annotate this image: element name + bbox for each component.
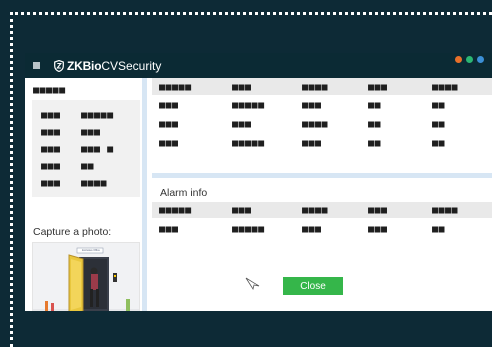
table-cell: ■■■ [302, 224, 322, 235]
info-row: ■■■ ■■■■ [41, 178, 107, 189]
title-bar: ZKBio CVSecurity [25, 53, 492, 78]
table-cell: ■■■ [159, 138, 179, 149]
mouse-cursor-icon [245, 277, 260, 291]
column-header[interactable]: ■■■■ [302, 205, 328, 216]
table-cell: ■■ [368, 119, 382, 130]
left-panel: ■■■■■ ■■■ ■■■■■ ■■■ ■■■ ■■■ ■■■ ■ ■■■ ■■… [25, 78, 147, 311]
info-value: ■■ [81, 161, 95, 172]
table-cell: ■■■ [302, 100, 322, 111]
person-info-box: ■■■ ■■■■■ ■■■ ■■■ ■■■ ■■■ ■ ■■■ ■■ ■■■ ■… [32, 100, 140, 197]
info-key: ■■■ [41, 178, 61, 189]
alarm-info-title: Alarm info [160, 187, 208, 199]
table-cell: ■■■ [368, 224, 388, 235]
photo-sign-text: Exclusive Office [82, 249, 100, 252]
table-cell: ■■■■■ [232, 100, 265, 111]
info-value: ■■■■■ [81, 110, 114, 121]
column-header[interactable]: ■■■ [368, 205, 388, 216]
logo-brand: ZKBio [67, 58, 102, 73]
table-cell: ■■ [368, 138, 382, 149]
info-key: ■■■ [41, 110, 61, 121]
column-header[interactable]: ■■■ [368, 82, 388, 93]
panel-header: ■■■■■ [33, 85, 66, 96]
column-header[interactable]: ■■■ [232, 82, 252, 93]
table-cell: ■■■ [232, 119, 252, 130]
info-value: ■■■ [81, 127, 101, 138]
table-cell: ■■■ [159, 224, 179, 235]
app-logo: ZKBio CVSecurity [54, 59, 161, 73]
table-cell: ■■■■■ [232, 138, 265, 149]
column-header[interactable]: ■■■■ [432, 82, 458, 93]
column-header[interactable]: ■■■■■ [159, 205, 192, 216]
alarm-info-panel: Alarm info ■■■■■ ■■■ ■■■■ ■■■ ■■■■ ■■■ ■… [152, 183, 492, 311]
info-key: ■■■ [41, 161, 61, 172]
records-table: ■■■■■ ■■■ ■■■■ ■■■ ■■■■ ■■■ ■■■■■ ■■■ ■■… [152, 78, 492, 178]
info-row: ■■■ ■■■■■ [41, 110, 114, 121]
table-cell: ■■■ [302, 138, 322, 149]
shield-icon [54, 59, 64, 72]
captured-photo: Exclusive Office [32, 242, 140, 311]
table-cell: ■■ [432, 224, 446, 235]
window-dot-icon[interactable] [466, 56, 473, 63]
menu-icon[interactable] [33, 62, 40, 69]
column-header[interactable]: ■■■ [232, 205, 252, 216]
table-cell: ■■■■ [302, 119, 329, 130]
info-key: ■■■ [41, 127, 61, 138]
table-cell: ■■■■■ [232, 224, 265, 235]
close-button[interactable]: Close [283, 277, 343, 295]
table-cell: ■■■ [159, 119, 179, 130]
info-value: ■■■ ■ [81, 144, 114, 155]
table-cell: ■■ [432, 138, 446, 149]
table-cell: ■■■ [159, 100, 179, 111]
info-row: ■■■ ■■ [41, 161, 94, 172]
window-controls [455, 56, 484, 63]
window-dot-icon[interactable] [477, 56, 484, 63]
window-dot-icon[interactable] [455, 56, 462, 63]
column-header[interactable]: ■■■■ [432, 205, 458, 216]
table-cell: ■■ [432, 119, 446, 130]
info-value: ■■■■ [81, 178, 108, 189]
column-header[interactable]: ■■■■ [302, 82, 328, 93]
app-window: ZKBio CVSecurity ■■■■■ ■■■ ■■■■■ ■■■ ■■■… [25, 53, 492, 311]
logo-product: CVSecurity [101, 58, 162, 73]
table-cell: ■■ [368, 100, 382, 111]
table-cell: ■■ [432, 100, 446, 111]
info-row: ■■■ ■■■ ■ [41, 144, 114, 155]
door-scene-illustration [33, 243, 139, 311]
info-key: ■■■ [41, 144, 61, 155]
column-header[interactable]: ■■■■■ [159, 82, 192, 93]
info-row: ■■■ ■■■ [41, 127, 101, 138]
capture-label: Capture a photo: [33, 226, 112, 238]
